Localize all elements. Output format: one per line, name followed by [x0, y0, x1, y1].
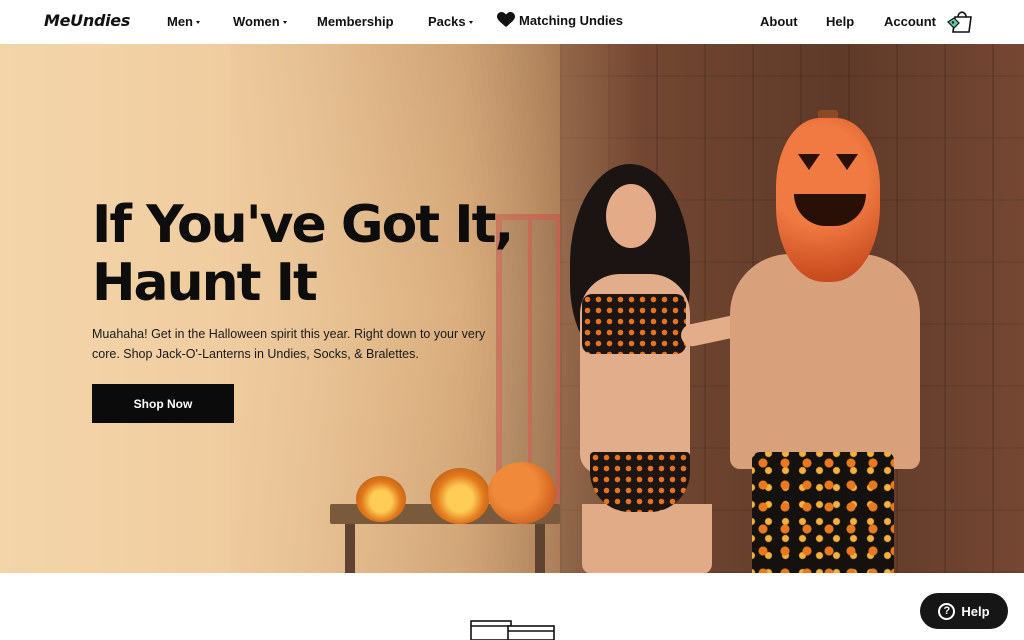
nav-packs[interactable]: Packs: [428, 14, 473, 29]
nav-membership[interactable]: Membership: [317, 14, 394, 29]
bench-leg: [535, 524, 545, 573]
jack-o-lantern-boxer-brief: [752, 452, 894, 573]
nav-matching-undies-label: Matching Undies: [519, 12, 624, 28]
nav-membership-label: Membership: [317, 14, 394, 29]
jack-o-lantern-bralette: [582, 294, 686, 354]
nav-packs-label: Packs: [428, 14, 466, 29]
nav-help[interactable]: Help: [826, 14, 854, 29]
heart-icon: [497, 12, 515, 27]
jack-o-lantern-brief: [590, 452, 690, 512]
pumpkin-eye: [836, 154, 858, 170]
nav-women-label: Women: [233, 14, 280, 29]
nav-help-label: Help: [826, 14, 855, 29]
nav-men-label: Men: [167, 14, 193, 29]
nav-about-label: About: [760, 14, 798, 29]
model-woman-legs: [582, 504, 712, 573]
jack-o-lantern-decoration: [430, 468, 490, 524]
hero-title: If You've Got It, Haunt It: [92, 196, 522, 312]
meundies-logo[interactable]: MeUndies: [44, 11, 130, 30]
chevron-down-icon: [196, 20, 200, 24]
chevron-down-icon: [282, 20, 287, 24]
jack-o-lantern-decoration: [356, 476, 406, 522]
nav-account-label: Account: [884, 14, 936, 29]
nav-matching-undies[interactable]: Matching Undies: [497, 12, 623, 28]
hero-subtitle: Muahaha! Get in the Halloween spirit thi…: [92, 327, 486, 361]
pumpkin-eye: [798, 154, 820, 170]
nav-about[interactable]: About: [760, 14, 798, 29]
hero-title-line-1: If You've Got It,: [92, 195, 514, 255]
shop-now-button[interactable]: Shop Now: [92, 384, 234, 423]
chevron-down-icon: [468, 20, 473, 24]
underwear-stack-icon: [470, 620, 555, 640]
model-man: [730, 254, 920, 469]
nav-men[interactable]: Men: [167, 14, 200, 29]
bench-leg: [345, 524, 355, 573]
shopping-bag-icon[interactable]: [946, 10, 974, 34]
hero-title-line-2: Haunt It: [92, 253, 318, 313]
help-chat-label: Help: [961, 603, 990, 619]
pumpkin-decoration: [488, 462, 556, 524]
nav-account[interactable]: Account: [884, 14, 936, 29]
question-icon: ?: [938, 602, 956, 620]
nav-women[interactable]: Women: [233, 14, 287, 29]
top-navigation: MeUndies Men Women Membership Packs Matc…: [0, 0, 1024, 44]
model-woman-face: [606, 184, 656, 248]
help-chat-button[interactable]: ? Help: [920, 593, 1008, 629]
